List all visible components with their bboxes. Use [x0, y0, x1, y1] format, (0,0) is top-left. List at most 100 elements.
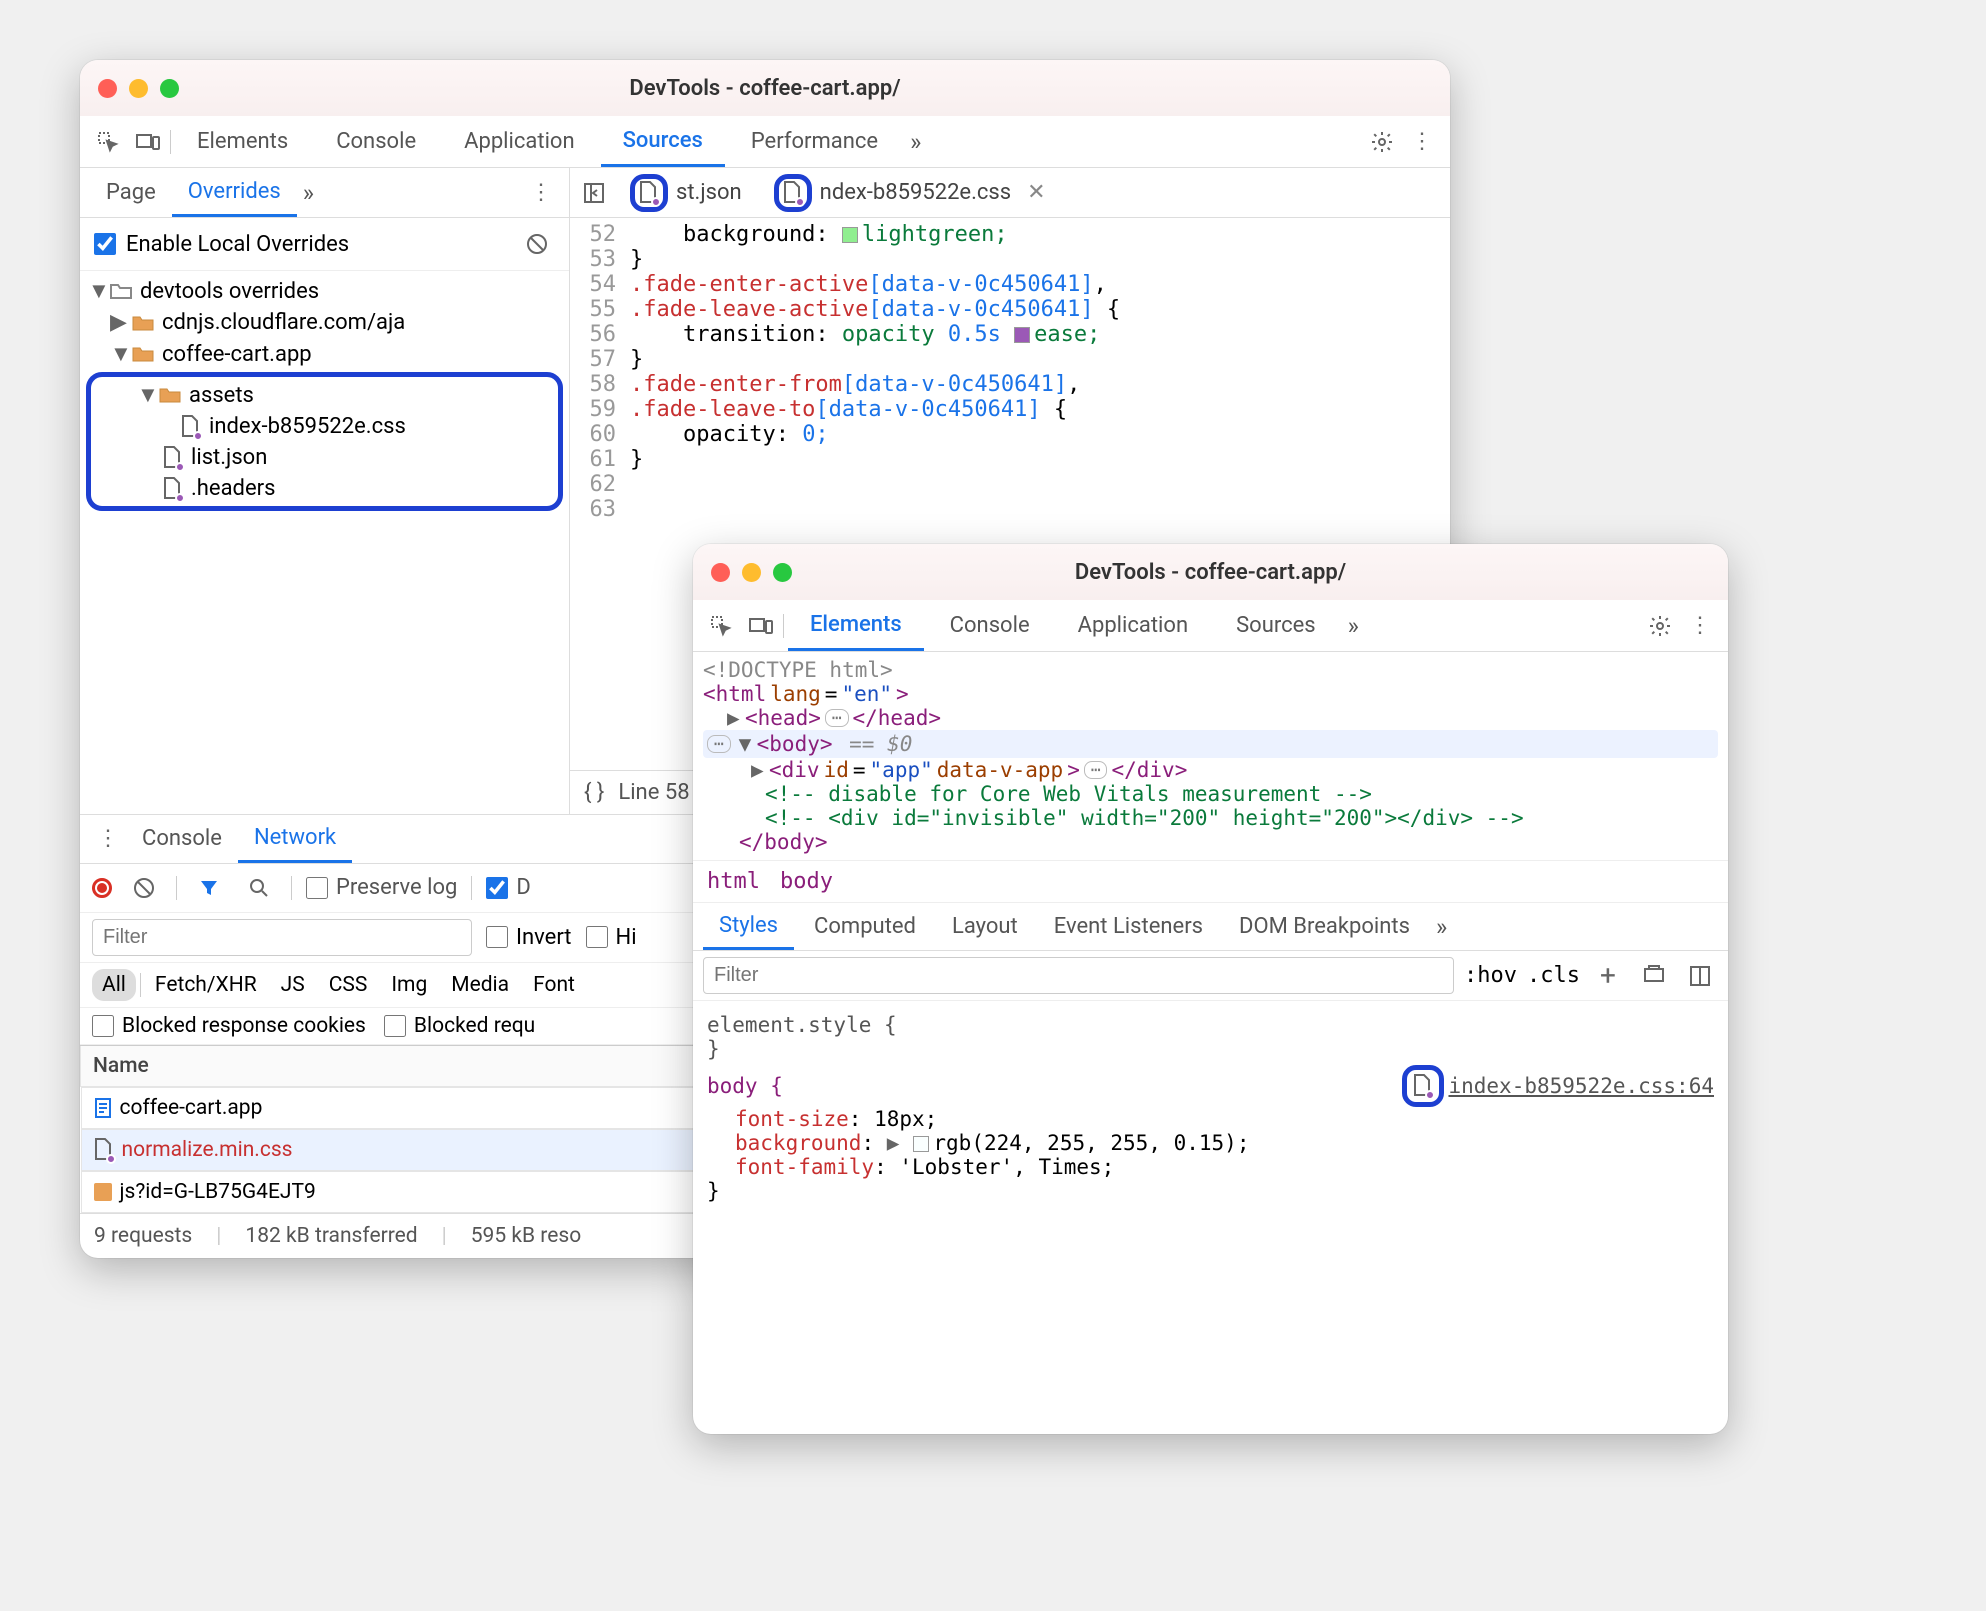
- kebab-icon[interactable]: ⋮: [1682, 608, 1718, 644]
- kebab-icon[interactable]: ⋮: [523, 175, 559, 211]
- window-title: DevTools - coffee-cart.app/: [693, 560, 1728, 585]
- minimize-icon[interactable]: [129, 79, 148, 98]
- enable-overrides-row: Enable Local Overrides: [80, 218, 569, 271]
- drawer-tab-network[interactable]: Network: [238, 815, 352, 863]
- tree-folder-assets[interactable]: ▼assets: [91, 379, 558, 411]
- element-style-rule[interactable]: element.style { }: [707, 1013, 1714, 1061]
- crumb-html[interactable]: html: [707, 869, 760, 894]
- tree-file-json[interactable]: list.json: [91, 442, 558, 473]
- override-dot-icon: [795, 197, 805, 207]
- styles-filter-input[interactable]: [703, 957, 1454, 994]
- device-icon[interactable]: [743, 608, 779, 644]
- maximize-icon[interactable]: [160, 79, 179, 98]
- window-title: DevTools - coffee-cart.app/: [80, 76, 1450, 101]
- pretty-print-icon[interactable]: { }: [584, 780, 604, 805]
- file-tree: ▼devtools overrides ▶cdnjs.cloudflare.co…: [80, 271, 569, 517]
- titlebar[interactable]: DevTools - coffee-cart.app/: [693, 544, 1728, 600]
- hov-button[interactable]: :hov: [1464, 963, 1517, 988]
- main-tabs: Elements Console Application Sources » ⋮: [693, 600, 1728, 652]
- breadcrumb: html body: [693, 860, 1728, 903]
- type-all[interactable]: All: [92, 969, 136, 1001]
- cls-button[interactable]: .cls: [1527, 963, 1580, 988]
- tab-console[interactable]: Console: [928, 600, 1052, 651]
- tab-event-listeners[interactable]: Event Listeners: [1038, 903, 1219, 950]
- more-tabs-icon[interactable]: »: [1430, 913, 1453, 941]
- tree-folder-root[interactable]: ▼devtools overrides: [80, 275, 569, 307]
- disable-cache-checkbox[interactable]: D: [486, 875, 530, 900]
- editor-tab-css[interactable]: ndex-b859522e.css ✕: [760, 168, 1060, 217]
- invert-checkbox[interactable]: Invert: [486, 925, 572, 950]
- tab-application[interactable]: Application: [442, 116, 596, 167]
- blocked-requests-checkbox[interactable]: Blocked requ: [384, 1014, 535, 1038]
- highlighted-tree: ▼assets index-b859522e.css list.json .he…: [86, 372, 563, 511]
- type-font[interactable]: Font: [523, 969, 585, 1001]
- kebab-icon[interactable]: ⋮: [90, 821, 126, 857]
- preserve-log-checkbox[interactable]: Preserve log: [306, 875, 457, 900]
- type-css[interactable]: CSS: [319, 969, 378, 1001]
- inspect-icon[interactable]: [90, 124, 126, 160]
- new-rule-icon[interactable]: +: [1590, 958, 1626, 994]
- crumb-body[interactable]: body: [780, 869, 833, 894]
- editor-tab-json[interactable]: st.json: [616, 168, 756, 217]
- titlebar[interactable]: DevTools - coffee-cart.app/: [80, 60, 1450, 116]
- tab-layout[interactable]: Layout: [936, 903, 1034, 950]
- type-fetch/xhr[interactable]: Fetch/XHR: [145, 969, 267, 1001]
- dom-tree[interactable]: <!DOCTYPE html> <html lang="en"> ▶<head>…: [693, 652, 1728, 860]
- inspect-icon[interactable]: [703, 608, 739, 644]
- gear-icon[interactable]: [1642, 608, 1678, 644]
- tab-elements[interactable]: Elements: [175, 116, 310, 167]
- tab-computed[interactable]: Computed: [798, 903, 932, 950]
- enable-overrides-checkbox[interactable]: [94, 233, 116, 255]
- tree-file-headers[interactable]: .headers: [91, 473, 558, 504]
- type-js[interactable]: JS: [271, 969, 315, 1001]
- device-icon[interactable]: [130, 124, 166, 160]
- override-dot-icon: [175, 493, 185, 503]
- type-media[interactable]: Media: [441, 969, 519, 1001]
- tab-performance[interactable]: Performance: [729, 116, 900, 167]
- record-icon[interactable]: [92, 878, 112, 898]
- close-icon[interactable]: [98, 79, 117, 98]
- styles-pane[interactable]: element.style { } body { index-b859522e.…: [693, 1001, 1728, 1215]
- main-tabs: Elements Console Application Sources Per…: [80, 116, 1450, 168]
- tab-application[interactable]: Application: [1056, 600, 1210, 651]
- filter-input[interactable]: [92, 919, 472, 956]
- more-subtabs-icon[interactable]: »: [297, 179, 320, 207]
- override-dot-icon: [175, 462, 185, 472]
- subtab-page[interactable]: Page: [90, 168, 172, 217]
- toggle-nav-icon[interactable]: [576, 175, 612, 211]
- block-icon[interactable]: [126, 870, 162, 906]
- tree-file-css[interactable]: index-b859522e.css: [91, 411, 558, 442]
- block-icon[interactable]: [519, 226, 555, 262]
- more-tabs-icon[interactable]: »: [904, 128, 927, 156]
- tab-styles[interactable]: Styles: [703, 903, 794, 950]
- rule-source-link[interactable]: index-b859522e.css:64: [1402, 1065, 1714, 1107]
- filter-icon[interactable]: [191, 870, 227, 906]
- tab-sources[interactable]: Sources: [601, 116, 725, 167]
- search-icon[interactable]: [241, 870, 277, 906]
- tab-elements[interactable]: Elements: [788, 600, 924, 651]
- type-img[interactable]: Img: [381, 969, 437, 1001]
- override-dot-icon: [651, 197, 661, 207]
- tab-dom-breakpoints[interactable]: DOM Breakpoints: [1223, 903, 1426, 950]
- gear-icon[interactable]: [1364, 124, 1400, 160]
- more-tabs-icon[interactable]: »: [1342, 612, 1365, 640]
- close-tab-icon[interactable]: ✕: [1027, 180, 1045, 205]
- subtab-overrides[interactable]: Overrides: [172, 168, 297, 217]
- tree-folder-cdn[interactable]: ▶cdnjs.cloudflare.com/aja: [80, 307, 569, 338]
- device-icon[interactable]: [1636, 958, 1672, 994]
- navigator-pane: Page Overrides » ⋮ Enable Local Override…: [80, 168, 570, 814]
- override-dot-icon: [193, 431, 203, 441]
- drawer-tab-console[interactable]: Console: [126, 815, 238, 863]
- kebab-icon[interactable]: ⋮: [1404, 124, 1440, 160]
- minimize-icon[interactable]: [742, 563, 761, 582]
- maximize-icon[interactable]: [773, 563, 792, 582]
- hide-checkbox[interactable]: Hi: [586, 925, 637, 950]
- close-icon[interactable]: [711, 563, 730, 582]
- body-rule[interactable]: body { index-b859522e.css:64 font-size: …: [707, 1065, 1714, 1203]
- computed-toggle-icon[interactable]: [1682, 958, 1718, 994]
- tab-sources[interactable]: Sources: [1214, 600, 1338, 651]
- blocked-cookies-checkbox[interactable]: Blocked response cookies: [92, 1014, 366, 1038]
- devtools-window-elements: DevTools - coffee-cart.app/ Elements Con…: [693, 544, 1728, 1434]
- tree-folder-app[interactable]: ▼coffee-cart.app: [80, 338, 569, 370]
- tab-console[interactable]: Console: [314, 116, 438, 167]
